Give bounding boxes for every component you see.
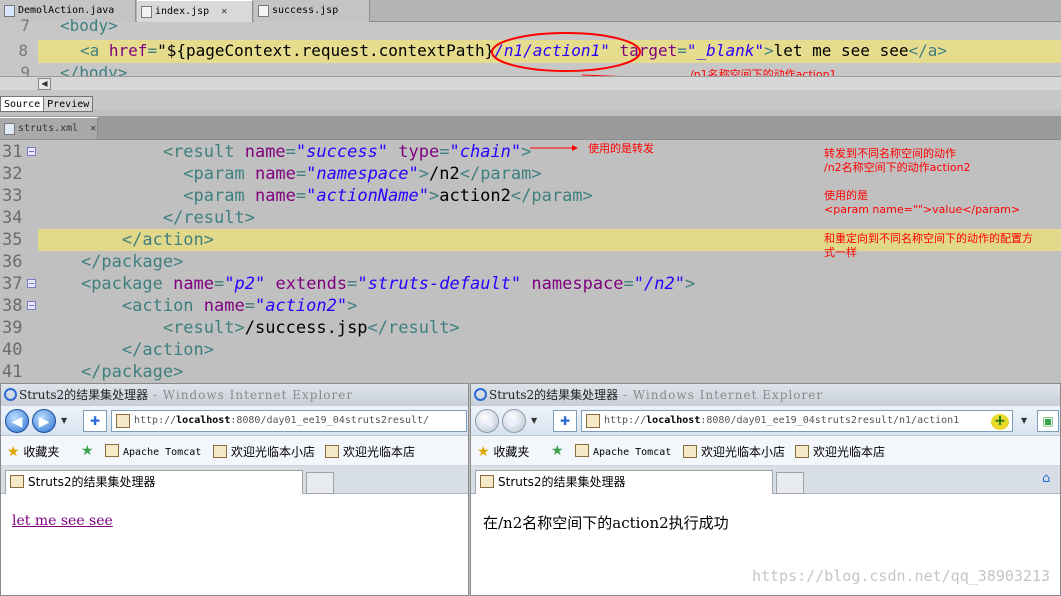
page-icon — [795, 445, 809, 458]
fav-link-shop-small[interactable]: 欢迎光临本小店 — [683, 443, 785, 460]
annotation-ellipse — [491, 32, 641, 72]
browser-tab[interactable]: Struts2的结果集处理器 — [5, 470, 303, 494]
browser-window-right: Struts2的结果集处理器 - Windows Internet Explor… — [470, 383, 1061, 596]
url-host: localhost — [646, 415, 701, 426]
tab-source[interactable]: Source — [0, 96, 45, 112]
ie-logo-icon — [474, 388, 487, 401]
watermark: https://blog.csdn.net/qq_38903213 — [751, 567, 1050, 585]
struts-xml-editor: struts.xml ✕ 31− <result name="success" … — [0, 116, 1061, 382]
annotation-used-2: <param name="">value</param> — [824, 203, 1021, 216]
fav-link-label: Apache Tomcat — [593, 447, 672, 458]
browser-title: Struts2的结果集处理器 — [489, 388, 619, 402]
annotation-forward-1: 转发到不同名称空间的动作 — [824, 147, 956, 160]
add-favorite-icon[interactable]: ✚ — [553, 410, 577, 432]
ie-logo-icon — [4, 388, 17, 401]
address-bar[interactable]: http://localhost:8080/day01_ee19_04strut… — [581, 410, 1013, 432]
new-tab-button[interactable] — [776, 472, 804, 494]
success-message: 在/n2名称空间下的action2执行成功 — [483, 514, 729, 532]
star-icon: ★ — [7, 444, 20, 460]
back-button[interactable]: ◀ — [5, 409, 29, 433]
fav-link-shop[interactable]: 欢迎光临本店 — [325, 443, 415, 460]
url-rest: :8080/day01_ee19_04struts2result/ — [230, 415, 430, 426]
navigation-bar: ◀ ▶ ▼ ✚ http://localhost:8080/day01_ee19… — [471, 406, 1060, 436]
page-icon — [213, 445, 227, 458]
fav-link-label: 欢迎光临本店 — [343, 445, 416, 459]
page-icon — [116, 414, 130, 428]
annotation-same-1: 和重定向到不同名称空间下的动作的配置方 — [824, 232, 1033, 245]
page-icon — [575, 444, 589, 457]
let-me-see-link[interactable]: let me see see — [12, 513, 113, 529]
horizontal-scrollbar[interactable]: ◀ — [0, 76, 1061, 90]
annotation-same-2: 式一样 — [824, 246, 857, 259]
annotation-forward-2: /n2名称空间下的动作action2 — [824, 161, 971, 174]
favorites-bar: ★ 收藏夹 ★ Apache Tomcat 欢迎光临本小店 欢迎光临本店 — [471, 436, 1060, 466]
page-icon — [325, 445, 339, 458]
url-prefix: http:// — [134, 415, 177, 426]
history-dropdown-icon[interactable]: ▼ — [61, 416, 67, 425]
page-icon — [683, 445, 697, 458]
address-bar[interactable]: http://localhost:8080/day01_ee19_04strut… — [111, 410, 467, 432]
annotation-overlay — [491, 32, 690, 82]
fav-link-label: 欢迎光临本小店 — [231, 445, 316, 459]
url-host: localhost — [176, 415, 231, 426]
url-rest: :8080/day01_ee19_04struts2result/n1/acti… — [700, 415, 960, 426]
back-button[interactable]: ◀ — [475, 409, 499, 433]
annotation-chain: 使用的是转发 — [588, 142, 654, 155]
page-content: 在/n2名称空间下的action2执行成功 https://blog.csdn.… — [471, 495, 1060, 595]
fav-link-shop-small[interactable]: 欢迎光临本小店 — [213, 443, 315, 460]
browser-title-suffix: - Windows Internet Explorer — [618, 388, 824, 402]
page-icon — [586, 414, 600, 428]
url-prefix: http:// — [604, 415, 647, 426]
browser-tab-strip: Struts2的结果集处理器 — [1, 466, 468, 494]
annotation-arrow-head — [572, 145, 578, 151]
scroll-left-arrow[interactable]: ◀ — [38, 78, 51, 90]
home-icon[interactable]: ⌂ — [1042, 472, 1056, 486]
page-icon — [105, 444, 119, 457]
browser-title: Struts2的结果集处理器 — [19, 388, 149, 402]
go-icon[interactable]: + — [991, 414, 1009, 430]
new-tab-button[interactable] — [306, 472, 334, 494]
browser-window-left: Struts2的结果集处理器 - Windows Internet Explor… — [0, 383, 469, 596]
page-content: let me see see — [1, 495, 468, 595]
browser-title-suffix: - Windows Internet Explorer — [148, 388, 354, 402]
fav-link-label: 欢迎光临本小店 — [701, 445, 786, 459]
favorites-button[interactable]: ★ 收藏夹 — [7, 443, 59, 460]
page-icon — [10, 475, 24, 488]
fav-link-shop[interactable]: 欢迎光临本店 — [795, 443, 885, 460]
fav-link-label: Apache Tomcat — [123, 447, 202, 458]
browser-title-bar: Struts2的结果集处理器 - Windows Internet Explor… — [471, 384, 1060, 406]
page-icon — [480, 475, 494, 488]
source-preview-tabs: Source Preview — [0, 92, 94, 112]
favorites-bar: ★ 收藏夹 ★ Apache Tomcat 欢迎光临本小店 欢迎光临本店 — [1, 436, 468, 466]
add-to-favorites-icon[interactable]: ★ — [81, 443, 94, 459]
history-dropdown-icon[interactable]: ▼ — [531, 416, 537, 425]
add-to-favorites-icon[interactable]: ★ — [551, 443, 564, 459]
browser-tab-title: Struts2的结果集处理器 — [28, 475, 156, 489]
favorites-label: 收藏夹 — [23, 445, 60, 459]
forward-button[interactable]: ▶ — [32, 409, 56, 433]
tab-preview[interactable]: Preview — [43, 96, 94, 112]
navigation-bar: ◀ ▶ ▼ ✚ http://localhost:8080/day01_ee19… — [1, 406, 468, 436]
add-favorite-icon[interactable]: ✚ — [83, 410, 107, 432]
annotation-used-1: 使用的是 — [824, 189, 868, 202]
compat-view-icon[interactable]: ▣ — [1037, 410, 1059, 432]
forward-button[interactable]: ▶ — [502, 409, 526, 433]
fav-link-label: 欢迎光临本店 — [813, 445, 886, 459]
fav-link-tomcat[interactable]: Apache Tomcat — [575, 444, 671, 458]
star-icon: ★ — [477, 444, 490, 460]
jsp-editor: DemolAction.java index.jsp ✕ success.jsp… — [0, 0, 1061, 112]
browser-tab-strip: Struts2的结果集处理器 ⌂ — [471, 466, 1060, 494]
address-dropdown-icon[interactable]: ▼ — [1021, 416, 1027, 425]
browser-title-bar: Struts2的结果集处理器 - Windows Internet Explor… — [1, 384, 468, 406]
favorites-label: 收藏夹 — [493, 445, 530, 459]
favorites-button[interactable]: ★ 收藏夹 — [477, 443, 529, 460]
browser-tab[interactable]: Struts2的结果集处理器 — [475, 470, 773, 494]
fav-link-tomcat[interactable]: Apache Tomcat — [105, 444, 201, 458]
browser-tab-title: Struts2的结果集处理器 — [498, 475, 626, 489]
